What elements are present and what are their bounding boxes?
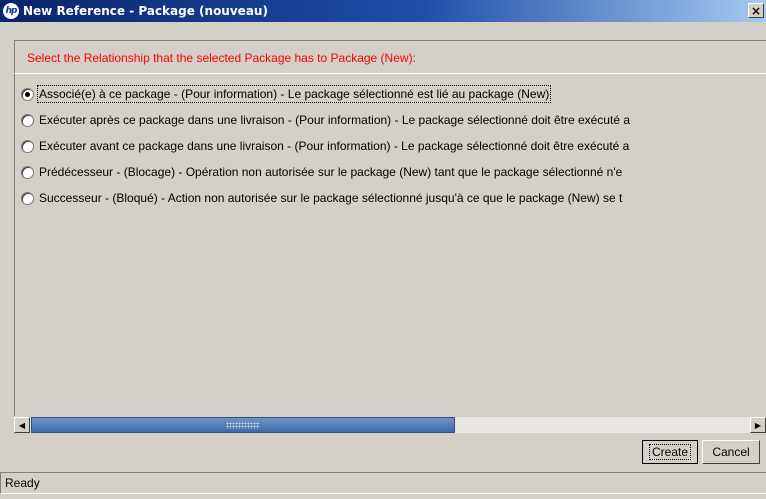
option-run-before[interactable]: Exécuter avant ce package dans une livra…: [21, 136, 630, 156]
create-button[interactable]: Create: [642, 440, 698, 464]
relationship-options: Associé(e) à ce package - (Pour informat…: [14, 74, 766, 434]
status-bar: Ready: [0, 472, 766, 494]
option-label: Associé(e) à ce package - (Pour informat…: [36, 85, 552, 103]
radio-button[interactable]: [21, 191, 34, 205]
horizontal-scrollbar[interactable]: ◀ ▶: [14, 416, 766, 433]
option-run-after[interactable]: Exécuter après ce package dans une livra…: [21, 110, 631, 130]
option-label: Exécuter avant ce package dans une livra…: [39, 139, 630, 153]
scroll-right-button[interactable]: ▶: [750, 417, 766, 433]
radio-button[interactable]: [21, 113, 34, 127]
option-label: Exécuter après ce package dans une livra…: [39, 113, 630, 127]
radio-button[interactable]: [21, 139, 34, 153]
scroll-left-button[interactable]: ◀: [14, 417, 30, 433]
create-button-label: Create: [648, 444, 692, 460]
window-title: New Reference - Package (nouveau): [23, 4, 268, 18]
instruction-panel: Select the Relationship that the selecte…: [14, 40, 766, 74]
scrollbar-thumb[interactable]: [31, 417, 455, 433]
radio-button[interactable]: [21, 165, 34, 179]
title-bar: hp New Reference - Package (nouveau) ×: [0, 0, 766, 22]
grip-icon: [226, 421, 260, 429]
option-successor[interactable]: Successeur - (Bloqué) - Action non autor…: [21, 188, 623, 208]
option-predecessor[interactable]: Prédécesseur - (Blocage) - Opération non…: [21, 162, 623, 182]
option-label: Successeur - (Bloqué) - Action non autor…: [39, 191, 623, 205]
close-button[interactable]: ×: [748, 3, 764, 18]
radio-button[interactable]: [21, 87, 34, 101]
option-label: Prédécesseur - (Blocage) - Opération non…: [39, 165, 623, 179]
hp-logo-icon: hp: [3, 3, 19, 19]
instruction-text: Select the Relationship that the selecte…: [27, 51, 416, 65]
status-text: Ready: [5, 476, 40, 490]
option-associated[interactable]: Associé(e) à ce package - (Pour informat…: [21, 84, 552, 104]
cancel-button[interactable]: Cancel: [702, 440, 760, 464]
